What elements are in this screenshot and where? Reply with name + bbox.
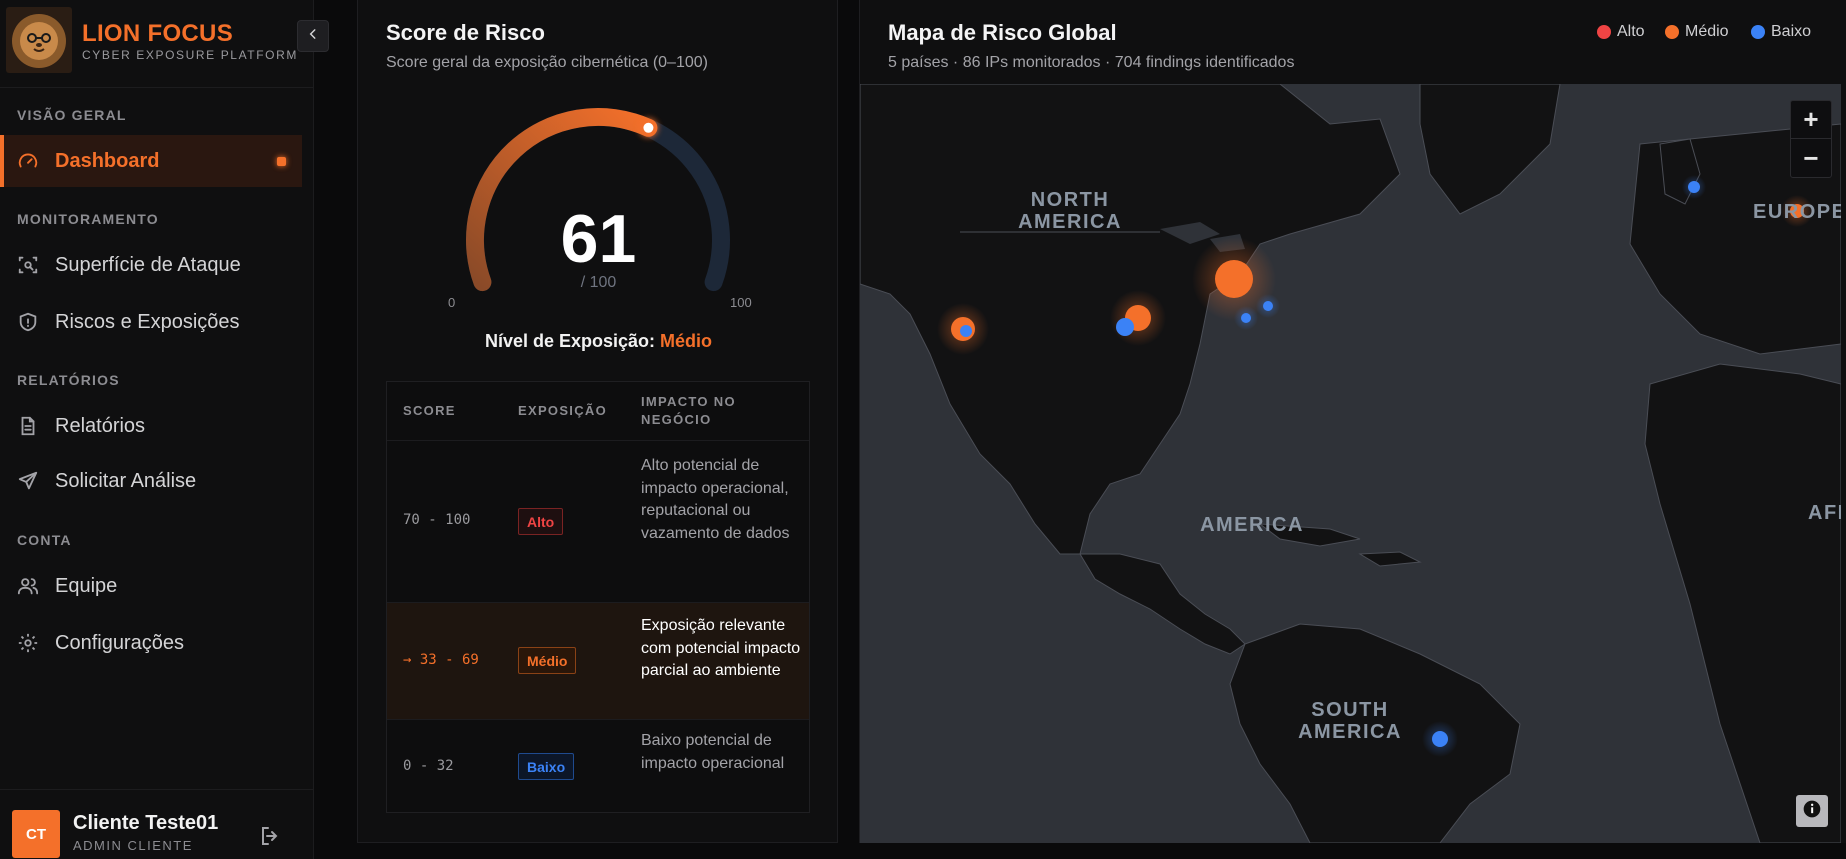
score-range: 70 - 100 [403,512,471,528]
sidebar-item-label: Configurações [55,631,184,654]
score-max: / 100 [580,274,617,291]
sidebar: LION FOCUS CYBER EXPOSURE PLATFORM VISÃO… [0,0,314,859]
gauge-icon [17,150,39,172]
scan-icon [17,254,39,276]
zoom-out-button[interactable]: − [1791,139,1831,177]
active-indicator [277,156,286,166]
status-badge-baixo: Baixo [518,753,575,780]
sidebar-item-solicitar-analise[interactable]: Solicitar Análise [0,455,302,507]
gear-icon [17,632,39,654]
logout-icon[interactable] [258,824,282,848]
map-label-south-america: SOUTH AMERICA [1298,699,1402,743]
zoom-in-button[interactable]: + [1791,101,1831,139]
sidebar-item-equipe[interactable]: Equipe [0,560,302,612]
score-panel-subtitle: Score geral da exposição cibernética (0–… [386,54,708,71]
user-role: ADMIN CLIENTE [73,838,193,853]
map-label-north-america: NORTH AMERICA [1018,189,1122,233]
score-range: 0 - 32 [403,758,454,774]
section-label-visao-geral: VISÃO GERAL [17,107,127,123]
map-panel-subtitle: 5 países · 86 IPs monitorados · 704 find… [888,54,1295,71]
map-label-europe: EUROPE [1753,201,1841,223]
legend-label: Baixo [1771,23,1812,40]
sidebar-item-superficie-de-ataque[interactable]: Superfície de Ataque [0,239,302,291]
legend-label: Alto [1617,23,1645,40]
shield-icon [17,311,39,333]
legend-dot-medio [1665,25,1679,39]
score-range: → 33 - 69 [403,652,479,668]
collapse-sidebar-button[interactable] [297,20,329,52]
risk-score-panel: Score de Risco Score geral da exposição … [357,0,838,843]
status-badge-medio: Médio [518,647,577,674]
sidebar-item-label: Dashboard [55,149,160,172]
land-africa [1644,363,1841,843]
info-icon [1802,799,1822,824]
sidebar-item-label: Relatórios [55,414,146,437]
land-greenland [1419,84,1561,215]
map-info-button[interactable] [1796,795,1828,827]
section-label-monitoramento: MONITORAMENTO [17,211,159,227]
exposure-prefix: Nível de Exposição: [484,331,656,351]
table-header-impacto: IMPACTO NO NEGÓCIO [641,394,736,427]
brand-subtitle: CYBER EXPOSURE PLATFORM [82,48,298,62]
chevron-left-icon [306,27,320,46]
table-row-medio: → 33 - 69 Médio Exposição relevante com … [387,602,809,719]
legend-baixo: Baixo [1751,23,1811,41]
sidebar-item-label: Solicitar Análise [55,469,197,492]
sidebar-item-relatorios[interactable]: Relatórios [0,400,302,452]
avatar[interactable]: CT [12,810,60,858]
risk-marker-ireland[interactable] [1682,175,1706,199]
table-row-alto: 70 - 100 Alto Alto potencial de impacto … [387,440,809,602]
legend-dot-alto [1597,25,1611,39]
table-header-exposicao: EXPOSIÇÃO [518,403,607,418]
legend-alto: Alto [1597,23,1645,41]
score-legend-table: SCORE EXPOSIÇÃO IMPACTO NO NEGÓCIO 70 - … [386,381,810,813]
world-map[interactable]: NORTH AMERICA AMERICA SOUTH AMERICA EURO… [860,84,1841,843]
score-value: 61 [560,201,637,277]
map-label-america: AMERICA [1200,514,1304,536]
map-label-africa: AFR [1808,502,1841,524]
sidebar-item-dashboard[interactable]: Dashboard [0,135,302,187]
score-panel-title: Score de Risco [386,20,545,45]
sidebar-item-label: Equipe [55,574,118,597]
document-icon [17,415,39,437]
send-icon [17,470,39,492]
gauge-marker [643,122,654,133]
impact-text: Alto potencial de impacto operacional, r… [641,457,790,542]
table-header-score: SCORE [403,403,456,418]
legend-label: Médio [1685,23,1729,40]
land-central-america [1079,553,1246,655]
users-icon [17,575,39,597]
section-label-relatorios: RELATÓRIOS [17,372,120,388]
table-row-baixo: 0 - 32 Baixo Baixo potencial de impacto … [387,719,809,812]
gauge-max-label: 100 [730,295,752,310]
gauge-min-label: 0 [448,295,456,310]
sidebar-item-configuracoes[interactable]: Configurações [0,617,302,669]
impact-text: Baixo potencial de impacto operacional [641,732,785,772]
exposure-level-line: Nível de Exposição: Médio [358,331,839,352]
global-risk-map-panel: Mapa de Risco Global 5 países · 86 IPs m… [859,0,1846,843]
lion-logo-icon [6,7,72,73]
user-profile: CT Cliente Teste01 ADMIN CLIENTE [0,789,314,859]
risk-marker-california[interactable] [937,303,989,355]
legend-medio: Médio [1665,23,1729,41]
section-label-conta: CONTA [17,532,72,548]
brand-header: LION FOCUS CYBER EXPOSURE PLATFORM [0,0,314,88]
user-name: Cliente Teste01 [73,812,219,834]
legend-dot-baixo [1751,25,1765,39]
status-badge-alto: Alto [518,508,564,535]
map-panel-title: Mapa de Risco Global [888,20,1117,45]
impact-text: Exposição relevante com potencial impact… [641,617,801,679]
map-zoom-controls: + − [1790,100,1832,178]
sidebar-item-label: Superfície de Ataque [55,253,241,276]
risk-marker-texas[interactable] [1110,290,1166,346]
brand-title: LION FOCUS [82,20,233,47]
exposure-level: Médio [660,331,713,351]
sidebar-item-riscos-e-exposicoes[interactable]: Riscos e Exposições [0,296,302,348]
risk-marker-brazil[interactable] [1422,721,1458,757]
sidebar-item-label: Riscos e Exposições [55,310,240,333]
